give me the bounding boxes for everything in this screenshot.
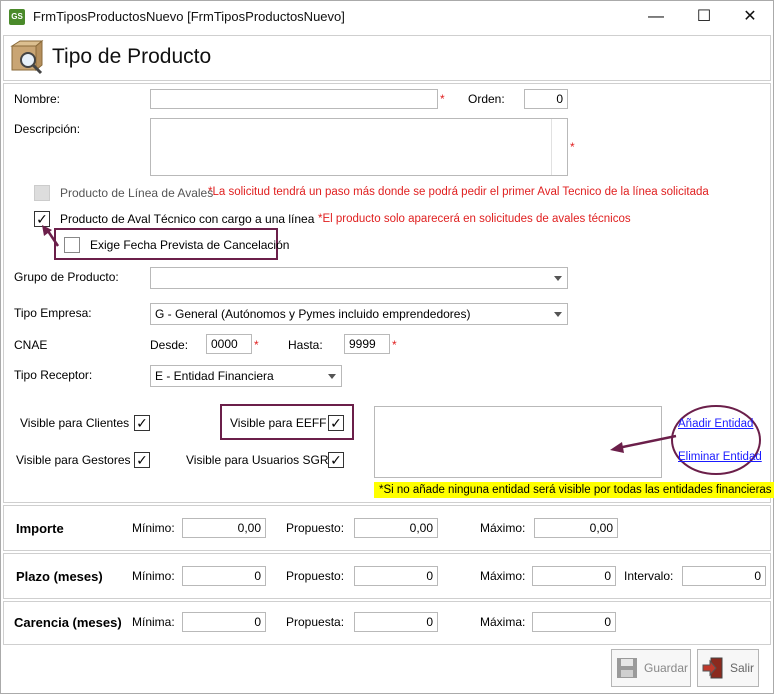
tipo-receptor-label: Tipo Receptor:: [14, 368, 93, 382]
plazo-propuesto-input[interactable]: 0: [354, 566, 438, 586]
exit-door-icon: [702, 657, 723, 679]
linea-avales-checkbox[interactable]: [34, 185, 50, 201]
carencia-title: Carencia (meses): [14, 615, 122, 630]
importe-minimo-input[interactable]: 0,00: [182, 518, 266, 538]
maximize-button[interactable]: ☐: [681, 1, 727, 33]
form-header: Tipo de Producto: [3, 35, 771, 81]
descripcion-textarea[interactable]: [150, 118, 568, 176]
guardar-label: Guardar: [644, 661, 689, 675]
salir-button[interactable]: Salir: [697, 649, 759, 687]
desde-required-mark: *: [254, 338, 259, 352]
plazo-title: Plazo (meses): [16, 569, 103, 584]
importe-title: Importe: [16, 521, 64, 536]
fecha-prevista-checkbox[interactable]: [64, 237, 80, 253]
importe-propuesto-input[interactable]: 0,00: [354, 518, 438, 538]
importe-propuesto-label: Propuesto:: [286, 521, 345, 535]
highlight-arrow-left: [610, 434, 677, 453]
plazo-section: Plazo (meses) Mínimo: 0 Propuesto: 0 Máx…: [3, 553, 771, 599]
carencia-minima-input[interactable]: 0: [182, 612, 266, 632]
plazo-intervalo-label: Intervalo:: [624, 569, 674, 583]
descripcion-required-mark: *: [570, 140, 575, 154]
tipo-empresa-chevron-down-icon: [554, 312, 562, 317]
linea-avales-note: *La solicitud tendrá un paso más donde s…: [208, 186, 709, 198]
carencia-maxima-input[interactable]: 0: [532, 612, 616, 632]
grupo-chevron-down-icon: [554, 276, 562, 281]
tipo-empresa-select[interactable]: G - General (Autónomos y Pymes incluido …: [150, 303, 568, 325]
floppy-disk-icon: [617, 658, 637, 678]
orden-input[interactable]: 0: [524, 89, 568, 109]
eliminar-entidad-link[interactable]: Eliminar Entidad: [678, 451, 762, 463]
grupo-label: Grupo de Producto:: [14, 270, 119, 284]
plazo-maximo-label: Máximo:: [480, 569, 526, 583]
plazo-minimo-label: Mínimo:: [132, 569, 175, 583]
visible-clientes-checkbox[interactable]: ✓: [134, 415, 150, 431]
tipo-receptor-select[interactable]: E - Entidad Financiera: [150, 365, 342, 387]
carencia-minima-label: Mínima:: [132, 615, 175, 629]
plazo-propuesto-label: Propuesto:: [286, 569, 345, 583]
title-bar: GS FrmTiposProductosNuevo [FrmTiposProdu…: [1, 1, 773, 33]
window-title: FrmTiposProductosNuevo [FrmTiposProducto…: [33, 9, 345, 24]
tipo-receptor-chevron-down-icon: [328, 374, 336, 379]
aval-tecnico-label: Producto de Aval Técnico con cargo a una…: [60, 212, 315, 226]
close-button[interactable]: ✕: [727, 1, 773, 33]
guardar-button[interactable]: Guardar: [611, 649, 691, 687]
desde-label: Desde:: [150, 338, 189, 352]
app-icon: GS: [9, 9, 25, 25]
anadir-entidad-link[interactable]: Añadir Entidad: [678, 418, 753, 430]
carencia-propuesta-input[interactable]: 0: [354, 612, 438, 632]
hasta-label: Hasta:: [288, 338, 323, 352]
nombre-input[interactable]: [150, 89, 438, 109]
importe-minimo-label: Mínimo:: [132, 521, 175, 535]
cnae-label: CNAE: [14, 338, 48, 352]
importe-maximo-input[interactable]: 0,00: [534, 518, 618, 538]
minimize-button[interactable]: —: [633, 1, 679, 33]
visible-eeff-checkbox[interactable]: ✓: [328, 415, 344, 431]
carencia-maxima-label: Máxima:: [480, 615, 526, 629]
desde-input[interactable]: 0000: [206, 334, 252, 354]
plazo-minimo-input[interactable]: 0: [182, 566, 266, 586]
main-panel: Nombre: * Orden: 0 Descripción: * Produc…: [3, 83, 774, 503]
orden-label: Orden:: [468, 92, 505, 106]
tipo-empresa-label: Tipo Empresa:: [14, 306, 92, 320]
linea-avales-label: Producto de Línea de Avales: [60, 186, 214, 200]
links-highlight-ellipse: [671, 405, 761, 475]
descripcion-scrollbar[interactable]: [551, 119, 567, 175]
importe-maximo-label: Máximo:: [480, 521, 526, 535]
visible-eeff-label: Visible para EEFF: [230, 416, 327, 430]
visible-clientes-label: Visible para Clientes: [20, 416, 130, 430]
visible-gestores-checkbox[interactable]: ✓: [134, 452, 150, 468]
nombre-required-mark: *: [440, 92, 445, 106]
hasta-input[interactable]: 9999: [344, 334, 390, 354]
page-title: Tipo de Producto: [52, 45, 212, 68]
plazo-maximo-input[interactable]: 0: [532, 566, 616, 586]
salir-label: Salir: [730, 661, 755, 675]
importe-section: Importe Mínimo: 0,00 Propuesto: 0,00 Máx…: [3, 505, 771, 551]
visible-usuarios-sgr-label: Visible para Usuarios SGR: [186, 453, 329, 467]
window: GS FrmTiposProductosNuevo [FrmTiposProdu…: [0, 0, 774, 694]
nombre-label: Nombre:: [14, 92, 61, 106]
descripcion-label: Descripción:: [14, 122, 81, 136]
entidades-note: *Si no añade ninguna entidad será visibl…: [374, 482, 774, 498]
box-magnifier-icon: [10, 40, 44, 75]
visible-usuarios-sgr-checkbox[interactable]: ✓: [328, 452, 344, 468]
aval-tecnico-note: *El producto solo aparecerá en solicitud…: [318, 213, 631, 225]
grupo-select[interactable]: [150, 267, 568, 289]
plazo-intervalo-input[interactable]: 0: [682, 566, 766, 586]
visible-gestores-label: Visible para Gestores: [16, 453, 131, 467]
hasta-required-mark: *: [392, 338, 397, 352]
fecha-prevista-label: Exige Fecha Prevista de Cancelación: [90, 238, 290, 252]
carencia-propuesta-label: Propuesta:: [286, 615, 345, 629]
carencia-section: Carencia (meses) Mínima: 0 Propuesta: 0 …: [3, 601, 771, 645]
